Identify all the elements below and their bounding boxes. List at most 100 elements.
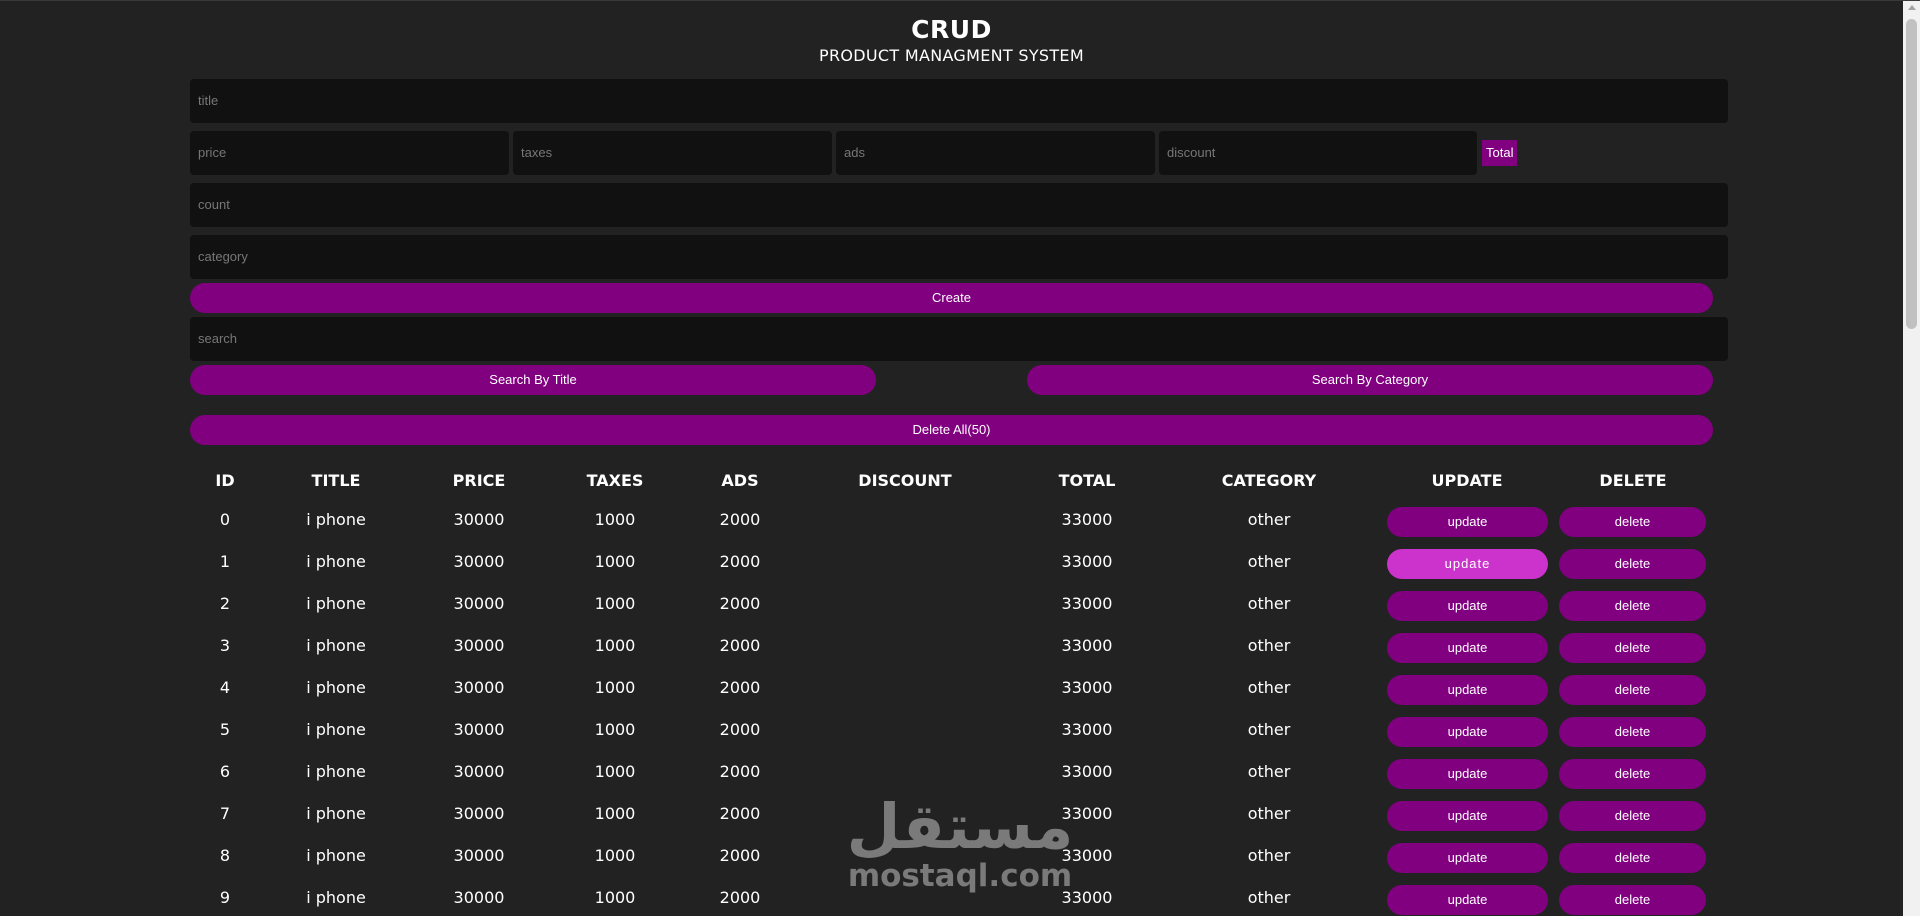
cell-ads: 2000 — [720, 720, 761, 739]
scroll-thumb[interactable] — [1906, 19, 1917, 329]
cell-id: 1 — [220, 552, 230, 571]
cell-ads: 2000 — [720, 510, 761, 529]
category-input[interactable]: category — [190, 235, 1728, 279]
cell-price: 30000 — [454, 762, 505, 781]
create-button[interactable]: Create — [190, 283, 1713, 313]
cell-taxes: 1000 — [595, 846, 636, 865]
table-row: 3i phone300001000200033000otherupdatedel… — [190, 630, 1728, 672]
cell-id: 0 — [220, 510, 230, 529]
price-input[interactable]: price — [190, 131, 509, 175]
delete-button[interactable]: delete — [1559, 759, 1706, 789]
cell-category: other — [1248, 594, 1291, 613]
cell-id: 7 — [220, 804, 230, 823]
cell-total: 33000 — [1062, 762, 1113, 781]
vertical-scrollbar[interactable] — [1903, 1, 1920, 916]
cell-ads: 2000 — [720, 594, 761, 613]
cell-price: 30000 — [454, 804, 505, 823]
update-button[interactable]: update — [1387, 843, 1548, 873]
delete-button[interactable]: delete — [1559, 843, 1706, 873]
cell-ads: 2000 — [720, 552, 761, 571]
search-by-category-button[interactable]: Search By Category — [1027, 365, 1713, 395]
cell-ads: 2000 — [720, 636, 761, 655]
delete-all-button[interactable]: Delete All(50) — [190, 415, 1713, 445]
table-row: 2i phone300001000200033000otherupdatedel… — [190, 588, 1728, 630]
cell-category: other — [1248, 720, 1291, 739]
header-discount: DISCOUNT — [858, 471, 951, 490]
cell-ads: 2000 — [720, 846, 761, 865]
cell-price: 30000 — [454, 510, 505, 529]
delete-button[interactable]: delete — [1559, 675, 1706, 705]
header-update: UPDATE — [1432, 471, 1503, 490]
cell-price: 30000 — [454, 888, 505, 907]
cell-price: 30000 — [454, 678, 505, 697]
ads-input[interactable]: ads — [836, 131, 1155, 175]
cell-id: 5 — [220, 720, 230, 739]
cell-category: other — [1248, 888, 1291, 907]
cell-id: 2 — [220, 594, 230, 613]
update-button[interactable]: update — [1387, 675, 1548, 705]
delete-button[interactable]: delete — [1559, 549, 1706, 579]
header-taxes: TAXES — [587, 471, 644, 490]
cell-category: other — [1248, 552, 1291, 571]
update-button[interactable]: update — [1387, 717, 1548, 747]
cell-title: i phone — [306, 846, 366, 865]
table-row: 4i phone300001000200033000otherupdatedel… — [190, 672, 1728, 714]
update-button[interactable]: update — [1387, 591, 1548, 621]
cell-title: i phone — [306, 636, 366, 655]
cell-category: other — [1248, 762, 1291, 781]
cell-total: 33000 — [1062, 636, 1113, 655]
table-header: ID TITLE PRICE TAXES ADS DISCOUNT TOTAL … — [190, 471, 1728, 495]
discount-input[interactable]: discount — [1159, 131, 1477, 175]
cell-id: 8 — [220, 846, 230, 865]
cell-title: i phone — [306, 888, 366, 907]
cell-taxes: 1000 — [595, 594, 636, 613]
cell-taxes: 1000 — [595, 720, 636, 739]
cell-title: i phone — [306, 510, 366, 529]
update-button[interactable]: update — [1387, 507, 1548, 537]
cell-total: 33000 — [1062, 720, 1113, 739]
delete-button[interactable]: delete — [1559, 507, 1706, 537]
page-title: CRUD — [190, 15, 1713, 44]
delete-button[interactable]: delete — [1559, 801, 1706, 831]
scroll-up-arrow-icon[interactable] — [1908, 5, 1916, 10]
cell-category: other — [1248, 510, 1291, 529]
cell-ads: 2000 — [720, 678, 761, 697]
taxes-input[interactable]: taxes — [513, 131, 832, 175]
cell-taxes: 1000 — [595, 762, 636, 781]
mostaql-logo: مستقل mostaql.com — [840, 786, 1080, 896]
page-subtitle: PRODUCT MANAGMENT SYSTEM — [190, 46, 1713, 65]
update-button[interactable]: update — [1387, 633, 1548, 663]
header-ads: ADS — [721, 471, 758, 490]
cell-category: other — [1248, 678, 1291, 697]
cell-title: i phone — [306, 720, 366, 739]
count-input[interactable]: count — [190, 183, 1728, 227]
cell-taxes: 1000 — [595, 552, 636, 571]
cell-price: 30000 — [454, 636, 505, 655]
update-button[interactable]: update — [1387, 549, 1548, 579]
cell-category: other — [1248, 804, 1291, 823]
cell-category: other — [1248, 846, 1291, 865]
cell-total: 33000 — [1062, 678, 1113, 697]
search-by-title-button[interactable]: Search By Title — [190, 365, 876, 395]
cell-ads: 2000 — [720, 804, 761, 823]
cell-id: 4 — [220, 678, 230, 697]
delete-button[interactable]: delete — [1559, 591, 1706, 621]
header-id: ID — [215, 471, 234, 490]
header-total: TOTAL — [1059, 471, 1116, 490]
update-button[interactable]: update — [1387, 885, 1548, 915]
delete-button[interactable]: delete — [1559, 633, 1706, 663]
table-row: 0i phone300001000200033000otherupdatedel… — [190, 504, 1728, 546]
cell-price: 30000 — [454, 846, 505, 865]
cell-total: 33000 — [1062, 510, 1113, 529]
title-input[interactable]: title — [190, 79, 1728, 123]
header-delete: DELETE — [1599, 471, 1666, 490]
cell-id: 3 — [220, 636, 230, 655]
update-button[interactable]: update — [1387, 759, 1548, 789]
delete-button[interactable]: delete — [1559, 885, 1706, 915]
update-button[interactable]: update — [1387, 801, 1548, 831]
cell-price: 30000 — [454, 594, 505, 613]
logo-arabic: مستقل — [847, 790, 1074, 863]
delete-button[interactable]: delete — [1559, 717, 1706, 747]
cell-taxes: 1000 — [595, 804, 636, 823]
search-input[interactable]: search — [190, 317, 1728, 361]
